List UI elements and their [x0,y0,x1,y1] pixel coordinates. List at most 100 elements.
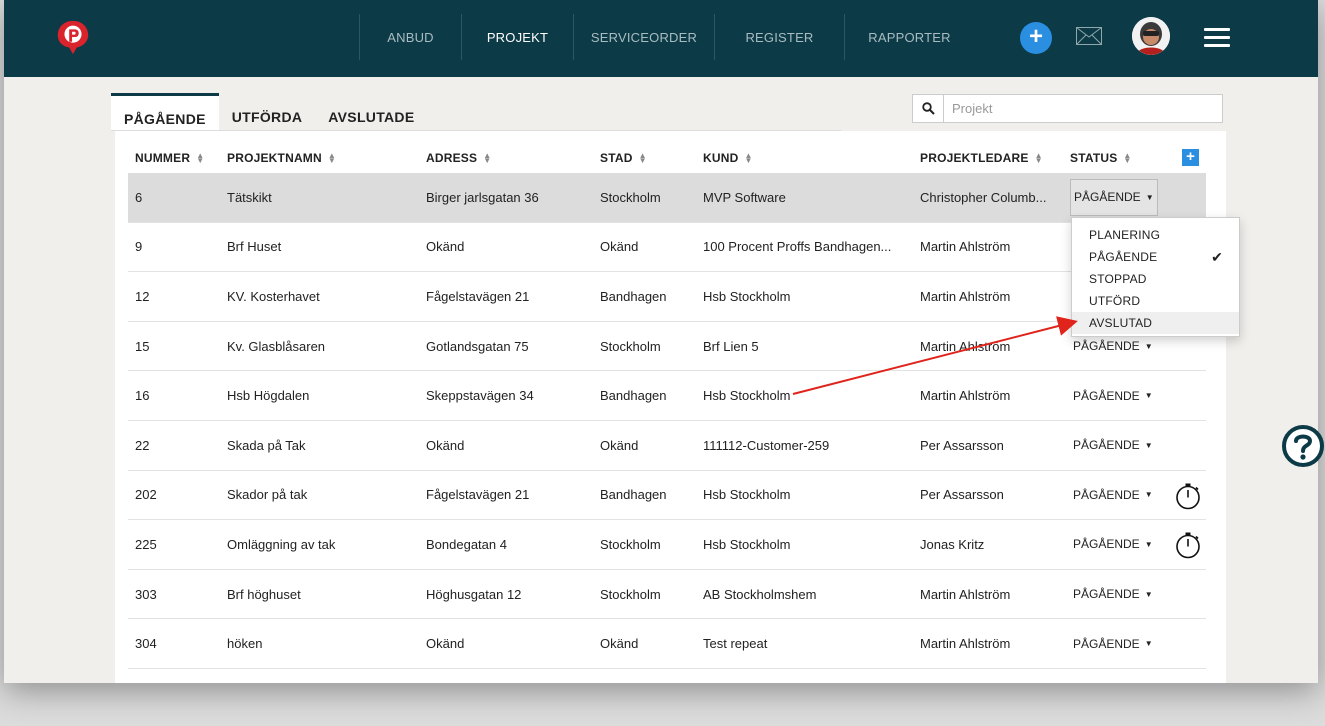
menu-icon[interactable] [1204,28,1230,48]
cell-project-name: höken [227,636,263,652]
cell-status: PÅGÅENDE ▼ [1070,421,1160,470]
table-row[interactable]: 15 Kv. Glasblåsaren Gotlandsgatan 75 Stockh… [128,322,1206,372]
sort-icon: ▲ ▼ [327,151,336,165]
dropdown-item-utford[interactable]: UTFÖRD [1072,290,1239,312]
cell-address: Fågelstavägen 21 [426,487,530,503]
status-dropdown-button[interactable]: PÅGÅENDE ▼ [1070,526,1156,563]
cell-city: Bandhagen [600,288,667,304]
dropdown-item-stoppad[interactable]: STOPPAD [1072,268,1239,290]
cell-project-lead: Martin Ahlström [920,288,1011,304]
cell-project-lead: Martin Ahlström [920,338,1011,354]
cell-number: 12 [135,288,150,304]
nav-rapporter[interactable]: RAPPORTER [844,14,974,60]
header-stad[interactable]: STAD ▲ ▼ [600,151,647,165]
status-dropdown-button[interactable]: PÅGÅENDE ▼ [1070,625,1156,662]
dropdown-label: AVSLUTAD [1089,316,1153,330]
cell-project-name: Omläggning av tak [227,536,336,552]
avatar[interactable] [1132,17,1170,55]
table-row[interactable]: 304 höken Okänd Okänd Test repeat Martin Ahls… [128,619,1206,669]
logo-icon[interactable] [54,18,92,56]
tab-pagaende[interactable]: PÅGÅENDE [111,93,219,131]
dropdown-item-avslutad[interactable]: AVSLUTAD [1072,312,1239,334]
caret-down-icon: ▼ [1144,440,1153,450]
table-row[interactable]: 6 Tätskikt Birger jarlsgatan 36 Stockholm MV… [128,173,1206,223]
dropdown-item-planering[interactable]: PLANERING [1072,224,1239,246]
sort-icon: ▲ ▼ [638,151,647,165]
cell-number: 304 [135,636,157,652]
status-label: PÅGÅENDE [1073,487,1140,502]
cell-customer: 111112-Customer-259 [703,437,830,453]
nav-register[interactable]: REGISTER [714,14,844,60]
timer-icon[interactable] [1174,482,1202,510]
cell-address: Bondegatan 4 [426,536,507,552]
cell-number: 202 [135,487,157,503]
caret-down-icon: ▼ [1144,341,1153,351]
cell-number: 225 [135,536,157,552]
table-row[interactable]: 22 Skada på Tak Okänd Okänd 111112-Customer-… [128,421,1206,471]
status-tabs: PÅGÅENDE UTFÖRDA AVSLUTADE [111,93,427,131]
cell-address: Höghusgatan 12 [426,586,522,602]
cell-status: PÅGÅENDE ▼ [1070,471,1160,520]
nav-serviceorder[interactable]: SERVICEORDER [573,14,714,60]
status-label: PÅGÅENDE [1073,388,1140,403]
search-icon[interactable] [913,95,944,122]
header-projektnamn[interactable]: PROJEKTNAMN ▲ ▼ [227,151,336,165]
cell-project-name: Brf höghuset [227,586,301,602]
tab-avslutade[interactable]: AVSLUTADE [315,93,427,131]
timer-icon[interactable] [1174,531,1202,559]
table-row[interactable]: 303 Brf höghuset Höghusgatan 12 Stockholm AB… [128,570,1206,620]
cell-status: PÅGÅENDE ▼ [1070,173,1160,222]
dropdown-label: PÅGÅENDE [1089,250,1158,264]
add-column-icon[interactable]: + [1182,149,1199,166]
cell-city: Okänd [600,239,639,255]
header-adress[interactable]: ADRESS ▲ ▼ [426,151,491,165]
sort-icon: ▲ ▼ [483,151,492,165]
cell-customer: Test repeat [703,636,768,652]
dropdown-item-pagaende[interactable]: PÅGÅENDE ✔ [1072,246,1239,268]
cell-project-lead: Martin Ahlström [920,636,1011,652]
caret-down-icon: ▼ [1145,192,1154,202]
cell-number: 303 [135,586,157,602]
status-dropdown-button[interactable]: PÅGÅENDE ▼ [1070,377,1156,414]
cell-project-lead: Per Assarsson [920,487,1004,503]
main-nav: ANBUD PROJEKT SERVICEORDER REGISTER RAPP… [359,14,974,60]
cell-city: Stockholm [600,586,661,602]
table-row[interactable]: 9 Brf Huset Okänd Okänd 100 Procent Proffs B… [128,223,1206,273]
table-row[interactable]: 12 KV. Kosterhavet Fågelstavägen 21 Bandhag… [128,272,1206,322]
header-projektledare[interactable]: PROJEKTLEDARE ▲ ▼ [920,151,1043,165]
cell-city: Stockholm [600,189,661,205]
sort-icon: ▲ ▼ [1123,151,1132,165]
mail-icon[interactable] [1076,27,1102,45]
table-row[interactable]: 225 Omläggning av tak Bondegatan 4 Stockhol… [128,520,1206,570]
caret-down-icon: ▼ [1144,539,1153,549]
dropdown-label: UTFÖRD [1089,294,1141,308]
table-row[interactable]: 16 Hsb Högdalen Skeppstavägen 34 Bandhagen H… [128,371,1206,421]
nav-projekt[interactable]: PROJEKT [461,14,573,60]
nav-anbud[interactable]: ANBUD [359,14,461,60]
help-icon[interactable] [1280,423,1325,469]
tab-utforda[interactable]: UTFÖRDA [219,93,316,131]
cell-city: Okänd [600,636,639,652]
cell-customer: Hsb Stockholm [703,536,791,552]
cell-customer: Hsb Stockholm [703,388,791,404]
header-label: STATUS [1070,151,1118,165]
search-input[interactable] [944,101,1214,116]
header-status[interactable]: STATUS ▲ ▼ [1070,151,1132,165]
status-dropdown-button[interactable]: PÅGÅENDE ▼ [1070,576,1156,613]
cell-address: Birger jarlsgatan 36 [426,189,539,205]
header-kund[interactable]: KUND ▲ ▼ [703,151,753,165]
cell-number: 6 [135,189,143,205]
header-label: PROJEKTLEDARE [920,151,1029,165]
search-box [912,94,1223,123]
status-label: PÅGÅENDE [1073,438,1140,453]
cell-customer: Brf Lien 5 [703,338,759,354]
header-nummer[interactable]: NUMMER ▲ ▼ [135,151,204,165]
status-dropdown-button[interactable]: PÅGÅENDE ▼ [1070,178,1158,216]
status-dropdown-button[interactable]: PÅGÅENDE ▼ [1070,476,1156,513]
cell-address: Okänd [426,636,465,652]
add-icon[interactable]: + [1020,22,1052,54]
status-dropdown-button[interactable]: PÅGÅENDE ▼ [1070,427,1156,464]
table-row[interactable]: 202 Skador på tak Fågelstavägen 21 Bandhage… [128,471,1206,521]
status-label: PÅGÅENDE [1074,190,1141,205]
cell-status: PÅGÅENDE ▼ [1070,520,1160,569]
